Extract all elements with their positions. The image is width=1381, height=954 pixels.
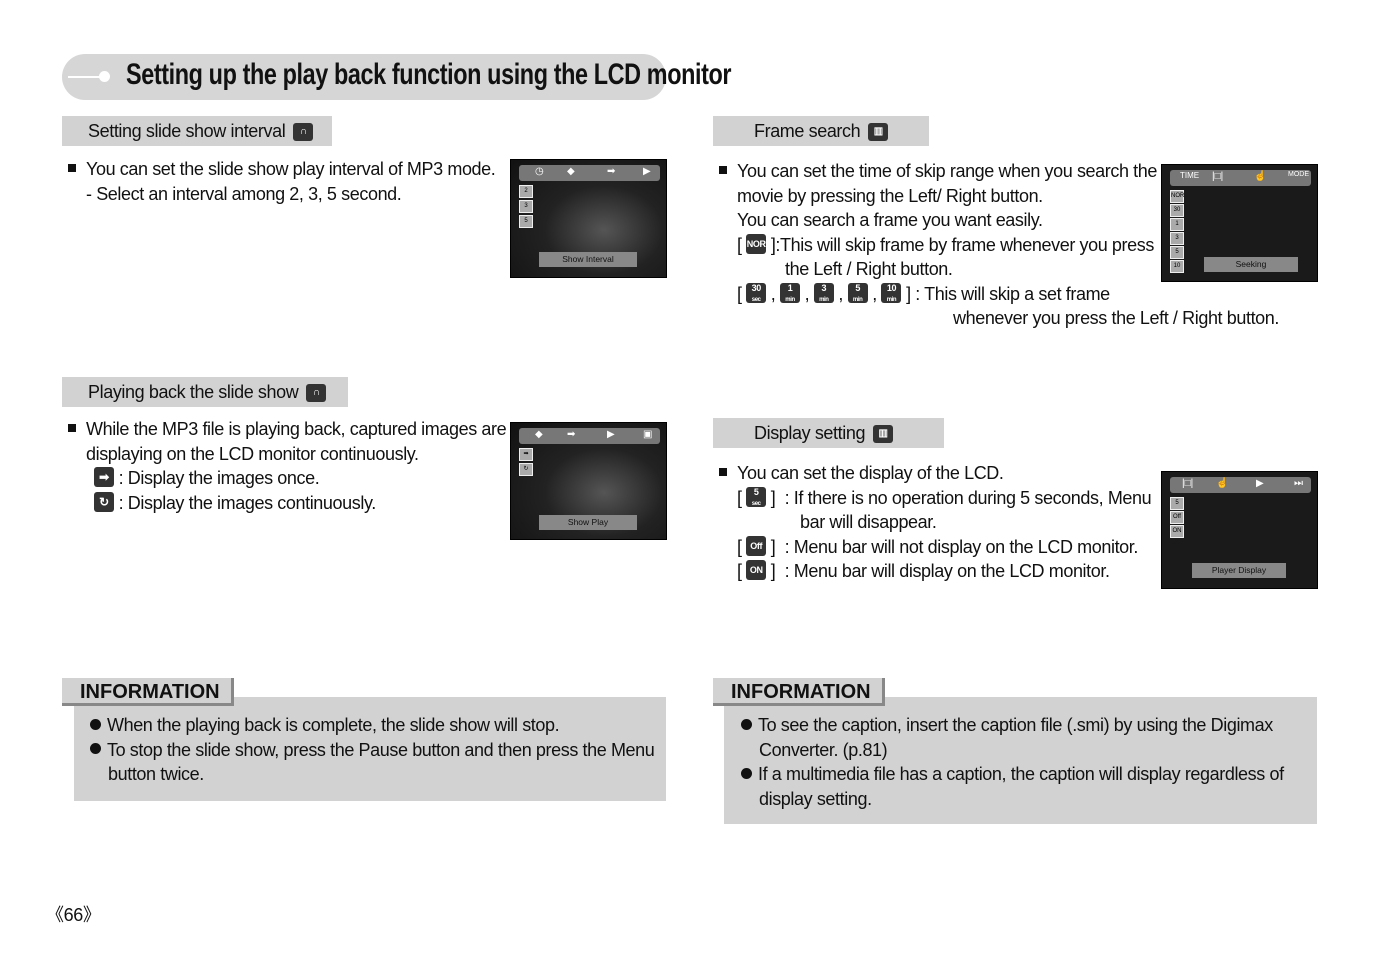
text-line: the Left / Right button.: [785, 259, 953, 279]
text-line: movie by pressing the Left/ Right button…: [737, 185, 1043, 206]
bullet-icon: [719, 166, 727, 175]
text-line: button twice.: [108, 764, 204, 784]
bullet-icon: [68, 424, 76, 433]
text-line: whenever you press the Left / Right butt…: [953, 308, 1280, 328]
text-line: You can set the time of skip range when …: [737, 161, 1158, 181]
skip-1min-icon: 1 min: [780, 282, 801, 303]
text-line: You can set the display of the LCD.: [737, 463, 1004, 483]
timer-icon: ◷: [535, 166, 544, 177]
side-item: 30: [1170, 204, 1184, 217]
skip-3min-icon: 3 min: [813, 282, 834, 303]
side-item: 5: [1170, 497, 1184, 510]
text-line: displaying on the LCD monitor continuous…: [86, 443, 419, 464]
screen-caption: Seeking: [1204, 257, 1298, 272]
text-line: If a multimedia file has a caption, the …: [758, 764, 1284, 784]
text-line: ] : This will skip a set frame: [906, 283, 1110, 304]
side-item: 5: [519, 215, 533, 228]
side-item: ON: [1170, 525, 1184, 538]
page-title: Setting up the play back function using …: [126, 58, 732, 91]
playing-back-text: While the MP3 file is playing back, capt…: [68, 417, 507, 515]
text-line: : Menu bar will display on the LCD monit…: [784, 561, 1110, 581]
bullet-icon: [719, 468, 727, 477]
section-header-slide-interval: Setting slide show interval ∩: [62, 116, 332, 146]
menu-bar: ◆ ➡ ▶ ▣: [519, 428, 660, 444]
section-title: Frame search: [754, 121, 861, 141]
side-item: 10: [1170, 260, 1184, 273]
skip-30sec-icon: 30 sec: [746, 282, 767, 303]
side-item: 2: [519, 185, 533, 198]
screen-caption: Show Play: [539, 515, 637, 530]
side-item: 3: [1170, 232, 1184, 245]
headphones-icon: ∩: [293, 123, 314, 142]
information-text-right: To see the caption, insert the caption f…: [741, 713, 1284, 811]
text-line: - Select an interval among 2, 3, 5 secon…: [86, 183, 402, 204]
title-decoration-dot: [99, 71, 110, 82]
side-item: 3: [519, 200, 533, 213]
film-icon: ▥: [868, 123, 889, 142]
lcd-screenshot-show-interval: ◷ ◆ ➡ ▶ 2 3 5 Show Interval: [510, 159, 667, 278]
section-title: Playing back the slide show: [88, 382, 299, 402]
text-line: : Display the images continuously.: [118, 492, 377, 513]
bullet-icon: [741, 718, 752, 730]
repeat-icon: ↻: [94, 491, 114, 512]
text-line: ]:This will skip frame by frame whenever…: [770, 234, 1155, 255]
text-line: To stop the slide show, press the Pause …: [107, 739, 655, 760]
text-line: You can search a frame you want easily.: [737, 210, 1043, 230]
section-title: Setting slide show interval: [88, 121, 286, 141]
text-line: To see the caption, insert the caption f…: [758, 715, 1273, 735]
side-item: 5: [1170, 246, 1184, 259]
slide-interval-text: You can set the slide show play interval…: [68, 157, 496, 206]
text-line: When the playing back is complete, the s…: [107, 715, 560, 735]
manual-page: Setting up the play back function using …: [0, 0, 1381, 954]
menu-bar: ◷ ◆ ➡ ▶: [519, 165, 660, 181]
lcd-screenshot-player-display: |□| ☝ ▶ ⏭ 5 Off ON Player Display: [1161, 471, 1318, 589]
text-line: : Menu bar will not display on the LCD m…: [784, 536, 1139, 557]
slideshow-icon: ◆: [567, 166, 575, 177]
skip-5min-icon: 5 min: [847, 282, 868, 303]
information-title-left: INFORMATION: [62, 678, 234, 706]
page-number: 《66》: [46, 905, 101, 925]
section-header-playing-back: Playing back the slide show ∩: [62, 377, 348, 407]
side-item: NOR: [1170, 190, 1184, 203]
section-header-frame-search: Frame search ▥: [713, 116, 929, 146]
film-icon: ▥: [873, 425, 894, 444]
lcd-screenshot-seeking: TIME |□| ☝ MODE NOR 30 1 3 5 10 Seeking: [1161, 164, 1318, 282]
text-line: : If there is no operation during 5 seco…: [784, 487, 1152, 508]
lcd-screenshot-show-play: ◆ ➡ ▶ ▣ ➡ ↻ Show Play: [510, 422, 667, 540]
screen-caption: Show Interval: [539, 252, 637, 267]
off-icon: Off: [746, 535, 767, 556]
5sec-icon: 5 sec: [746, 486, 767, 507]
skip-10min-icon: 10 min: [881, 282, 902, 303]
bullet-icon: [90, 718, 101, 730]
play-once-item: ➡: [519, 448, 533, 461]
information-text-left: When the playing back is complete, the s…: [90, 713, 655, 787]
text-line: : Display the images once.: [118, 468, 320, 488]
text-line: You can set the slide show play interval…: [86, 159, 496, 179]
menu-bar: |□| ☝ ▶ ⏭: [1170, 477, 1311, 493]
text-line: display setting.: [759, 788, 872, 809]
side-item: 1: [1170, 218, 1184, 231]
information-title-right: INFORMATION: [713, 678, 885, 706]
bullet-icon: [68, 164, 76, 173]
section-header-display-setting: Display setting ▥: [713, 418, 944, 448]
repeat-item: ↻: [519, 463, 533, 476]
screen-caption: Player Display: [1192, 563, 1286, 578]
nor-icon: NOR: [746, 233, 767, 254]
text-line: While the MP3 file is playing back, capt…: [86, 419, 507, 439]
text-line: Converter. (p.81): [759, 739, 888, 760]
display-setting-text: You can set the display of the LCD. [ 5s…: [719, 461, 1152, 584]
play-once-icon: ➡: [94, 467, 114, 488]
section-title: Display setting: [754, 423, 866, 443]
bullet-icon: [741, 767, 752, 779]
side-item: Off: [1170, 511, 1184, 524]
bullet-icon: [90, 743, 101, 755]
headphones-icon: ∩: [306, 384, 327, 403]
on-icon: ON: [746, 560, 767, 581]
text-line: bar will disappear.: [800, 512, 937, 532]
menu-bar: TIME |□| ☝ MODE: [1170, 170, 1311, 186]
